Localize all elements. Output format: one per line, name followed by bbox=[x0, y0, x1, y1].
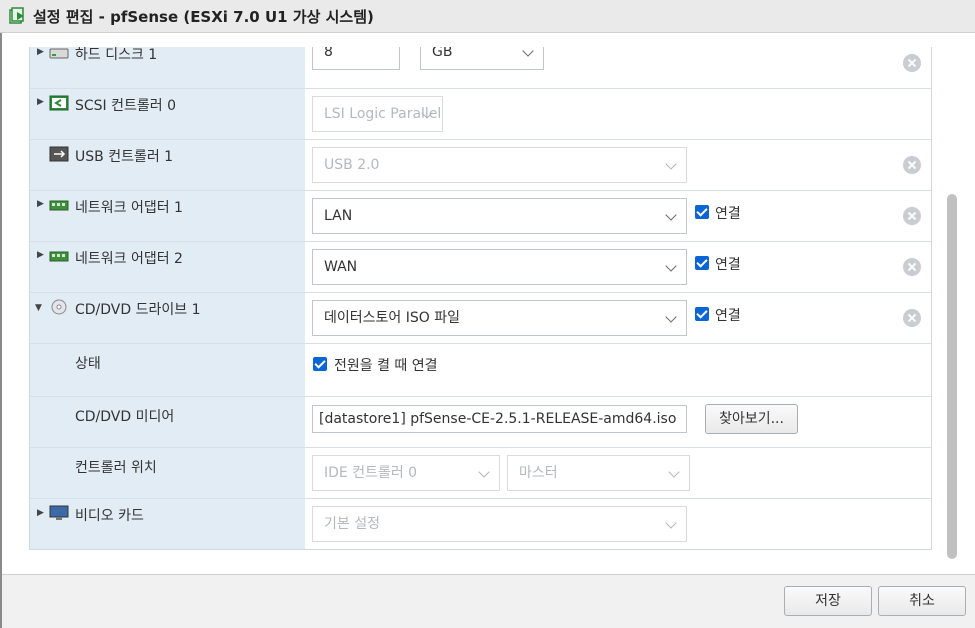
dialog-footer: 저장 취소 bbox=[2, 574, 975, 628]
remove-device-icon[interactable] bbox=[903, 258, 921, 276]
row-label: 컨트롤러 위치 bbox=[75, 460, 157, 476]
row-controller-location: 컨트롤러 위치 IDE 컨트롤러 0 마스터 bbox=[30, 448, 931, 499]
remove-device-icon[interactable] bbox=[903, 309, 921, 327]
row-cddvd-media: CD/DVD 미디어 [datastore1] pfSense-CE-2.5.1… bbox=[30, 397, 931, 448]
row-network-adapter-2: ▶ 네트워크 어댑터 2 WAN 연결 bbox=[30, 242, 931, 293]
cd-dvd-icon bbox=[51, 299, 67, 315]
scrollbar-thumb[interactable] bbox=[947, 194, 957, 559]
remove-device-icon[interactable] bbox=[903, 156, 921, 174]
chevron-down-icon bbox=[668, 466, 680, 478]
scsi-type-select: LSI Logic Parallel bbox=[312, 96, 443, 132]
expand-arrow-icon[interactable]: ▶ bbox=[37, 250, 44, 260]
disk-unit-select[interactable]: GB bbox=[420, 47, 544, 70]
remove-device-icon[interactable] bbox=[903, 54, 921, 72]
position-select: 마스터 bbox=[507, 455, 690, 491]
checkbox-label: 연결 bbox=[715, 206, 741, 222]
row-label: CD/DVD 미디어 bbox=[75, 409, 175, 425]
row-usb-controller: USB 컨트롤러 1 USB 2.0 bbox=[30, 140, 931, 191]
row-label: USB 컨트롤러 1 bbox=[75, 149, 174, 165]
row-label: 하드 디스크 1 bbox=[75, 47, 158, 63]
chevron-down-icon bbox=[665, 158, 677, 170]
scsi-controller-icon bbox=[49, 95, 69, 111]
chevron-down-icon bbox=[665, 260, 677, 272]
row-label: 비디오 카드 bbox=[75, 508, 144, 524]
nic1-connect-checkbox[interactable] bbox=[695, 205, 709, 219]
chevron-down-icon bbox=[522, 47, 534, 57]
collapse-arrow-icon[interactable]: ▼ bbox=[35, 303, 42, 313]
row-network-adapter-1: ▶ 네트워크 어댑터 1 LAN 연결 bbox=[30, 191, 931, 242]
row-label: 상태 bbox=[75, 356, 101, 372]
chevron-down-icon bbox=[478, 466, 490, 478]
row-label: 네트워크 어댑터 2 bbox=[75, 251, 183, 267]
disk-size-input[interactable]: 8 bbox=[312, 47, 400, 70]
nic2-network-select[interactable]: WAN bbox=[312, 249, 687, 285]
row-label: 네트워크 어댑터 1 bbox=[75, 200, 183, 216]
row-cddvd-drive: ▼ CD/DVD 드라이브 1 데이터스토어 ISO 파일 연결 bbox=[30, 293, 931, 344]
browse-button[interactable]: 찾아보기... bbox=[705, 404, 798, 434]
expand-arrow-icon[interactable]: ▶ bbox=[37, 47, 44, 57]
video-setting-select: 기본 설정 bbox=[312, 506, 687, 542]
expand-arrow-icon[interactable]: ▶ bbox=[37, 199, 44, 209]
row-scsi-controller: ▶ SCSI 컨트롤러 0 LSI Logic Parallel bbox=[30, 89, 931, 140]
cddvd-connect-checkbox[interactable] bbox=[695, 307, 709, 321]
window-title: 설정 편집 - pfSense (ESXi 7.0 U1 가상 시스템) bbox=[33, 8, 374, 26]
save-button[interactable]: 저장 bbox=[784, 586, 872, 616]
chevron-down-icon bbox=[665, 311, 677, 323]
checkbox-label: 전원을 켤 때 연결 bbox=[334, 358, 438, 374]
row-video-card: ▶ 비디오 카드 기본 설정 bbox=[30, 499, 931, 549]
network-adapter-icon bbox=[49, 251, 69, 262]
virtual-hardware-list: ▶ 하드 디스크 1 8 GB ▶ SCSI 컨트롤러 0 LSI Logic … bbox=[29, 47, 932, 550]
controller-select: IDE 컨트롤러 0 bbox=[312, 455, 500, 491]
nic2-connect-checkbox[interactable] bbox=[695, 256, 709, 270]
nic1-network-select[interactable]: LAN bbox=[312, 198, 687, 234]
checkbox-label: 연결 bbox=[715, 308, 741, 324]
usb-controller-icon bbox=[49, 146, 69, 162]
dialog-body: ▶ 하드 디스크 1 8 GB ▶ SCSI 컨트롤러 0 LSI Logic … bbox=[2, 34, 975, 574]
remove-device-icon[interactable] bbox=[903, 207, 921, 225]
row-hard-disk: ▶ 하드 디스크 1 8 GB bbox=[30, 47, 931, 89]
window-titlebar: 설정 편집 - pfSense (ESXi 7.0 U1 가상 시스템) bbox=[0, 0, 975, 33]
power-on-connect-checkbox[interactable] bbox=[313, 357, 327, 371]
row-label: CD/DVD 드라이브 1 bbox=[75, 302, 201, 318]
cddvd-source-select[interactable]: 데이터스토어 ISO 파일 bbox=[312, 300, 687, 336]
checkbox-label: 연결 bbox=[715, 257, 741, 273]
vm-icon bbox=[9, 7, 24, 24]
chevron-down-icon bbox=[665, 517, 677, 529]
network-adapter-icon bbox=[49, 200, 69, 211]
iso-path-input[interactable]: [datastore1] pfSense-CE-2.5.1-RELEASE-am… bbox=[312, 405, 687, 433]
usb-type-select: USB 2.0 bbox=[312, 147, 687, 183]
cancel-button[interactable]: 취소 bbox=[878, 586, 966, 616]
row-label: SCSI 컨트롤러 0 bbox=[75, 98, 177, 114]
hard-disk-icon bbox=[49, 48, 69, 59]
expand-arrow-icon[interactable]: ▶ bbox=[37, 508, 44, 518]
video-card-icon bbox=[49, 505, 69, 520]
chevron-down-icon bbox=[665, 209, 677, 221]
row-status: 상태 전원을 켤 때 연결 bbox=[30, 344, 931, 397]
expand-arrow-icon[interactable]: ▶ bbox=[37, 97, 44, 107]
